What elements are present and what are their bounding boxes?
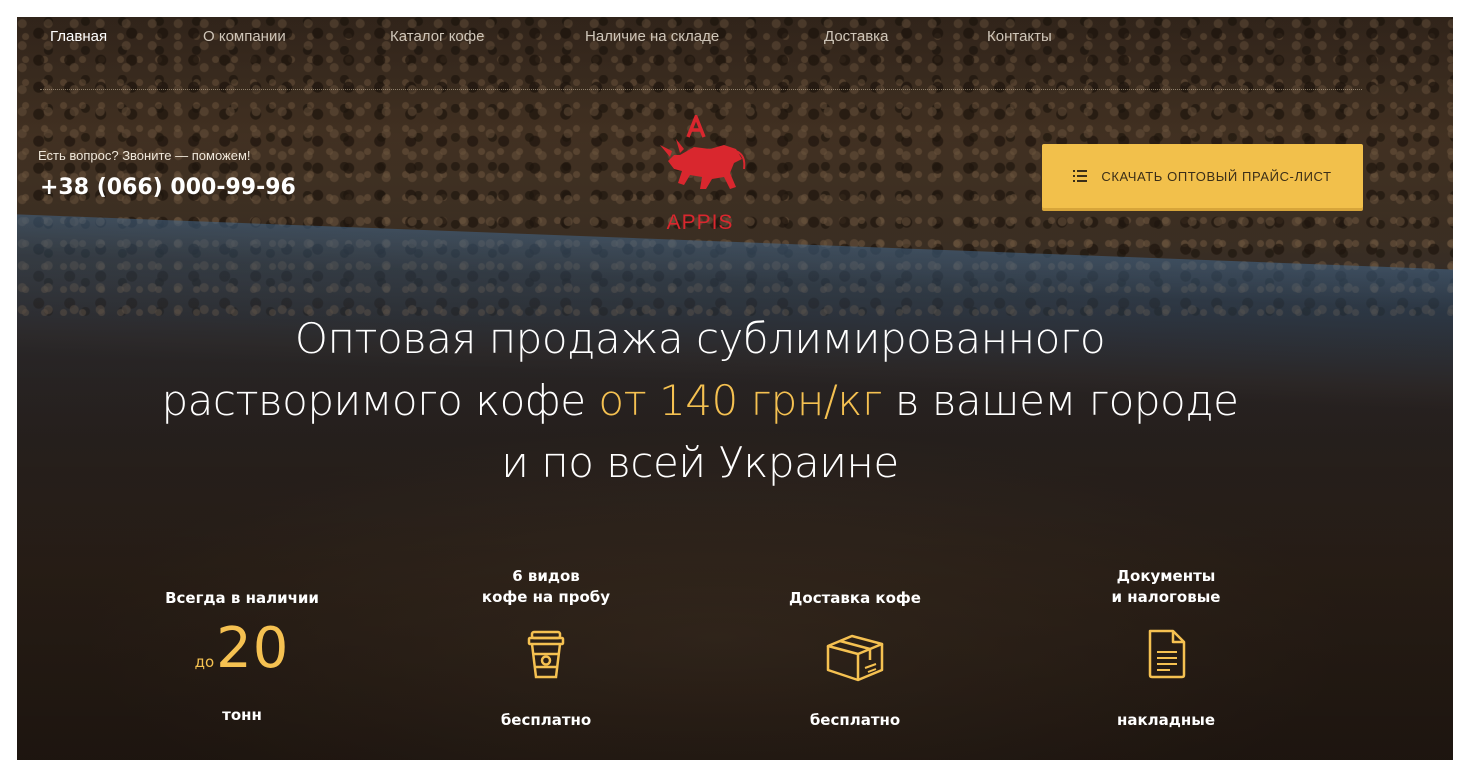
feature-stock-title: Всегда в наличии: [165, 589, 319, 607]
feature-stock-unit: тонн: [222, 706, 262, 724]
download-price-list-label: СКАЧАТЬ ОПТОВЫЙ ПРАЙС-ЛИСТ: [1101, 168, 1332, 184]
package-box-icon: [826, 634, 884, 682]
headline-line-2-start: растворимого кофе: [161, 376, 599, 425]
contact-phone[interactable]: +38 (066) 000-99-96: [40, 175, 296, 200]
list-icon: [1073, 170, 1088, 182]
feature-documents-bottom: накладные: [1117, 711, 1215, 729]
nav-item-home[interactable]: Главная: [50, 28, 107, 45]
main-nav: Главная О компании Каталог кофе Наличие …: [34, 28, 1364, 48]
feature-stock-number: 20: [216, 616, 290, 681]
feature-samples-title-2: кофе на пробу: [481, 588, 611, 606]
appis-logo[interactable]: APPIS: [650, 112, 750, 240]
feature-documents-title-1: Документы: [1116, 567, 1216, 585]
nav-item-catalog[interactable]: Каталог кофе: [390, 28, 484, 45]
logo-text: APPIS: [666, 211, 734, 234]
feature-samples: 6 видов кофе на пробу бесплатно: [421, 566, 671, 736]
feature-samples-bottom: бесплатно: [500, 711, 592, 729]
feature-delivery-bottom: бесплатно: [809, 711, 901, 729]
hero-headline: Оптовая продажа сублимированного раствор…: [60, 308, 1340, 494]
feature-stock-prefix: до: [194, 653, 215, 671]
nav-item-contacts[interactable]: Контакты: [987, 28, 1052, 45]
document-icon: [1148, 629, 1186, 679]
download-price-list-button[interactable]: СКАЧАТЬ ОПТОВЫЙ ПРАЙС-ЛИСТ: [1042, 144, 1363, 208]
coffee-cup-icon: [527, 630, 565, 679]
headline-price: от 140 грн/кг: [598, 376, 883, 425]
feature-delivery-title: Доставка кофе: [789, 589, 921, 607]
headline-line-2-end: в вашем городе: [882, 376, 1239, 425]
bull-logo-icon: [660, 112, 746, 189]
feature-stock-amount: до20: [117, 616, 367, 681]
feature-stock: Всегда в наличии до20 тонн: [117, 588, 367, 738]
nav-item-stock[interactable]: Наличие на складе: [585, 28, 719, 45]
nav-item-about[interactable]: О компании: [203, 28, 286, 45]
feature-documents-title-2: и налоговые: [1111, 588, 1221, 606]
feature-documents: Документы и налоговые накладные: [1041, 566, 1291, 736]
nav-divider: [40, 89, 1362, 90]
feature-samples-title-1: 6 видов: [512, 567, 580, 585]
feature-delivery: Доставка кофе бесплатно: [730, 588, 980, 738]
contact-question: Есть вопрос? Звоните — поможем!: [38, 148, 251, 163]
headline-line-3: и по всей Украине: [501, 438, 899, 487]
nav-item-delivery[interactable]: Доставка: [824, 28, 888, 45]
headline-line-1: Оптовая продажа сублимированного: [294, 314, 1106, 363]
